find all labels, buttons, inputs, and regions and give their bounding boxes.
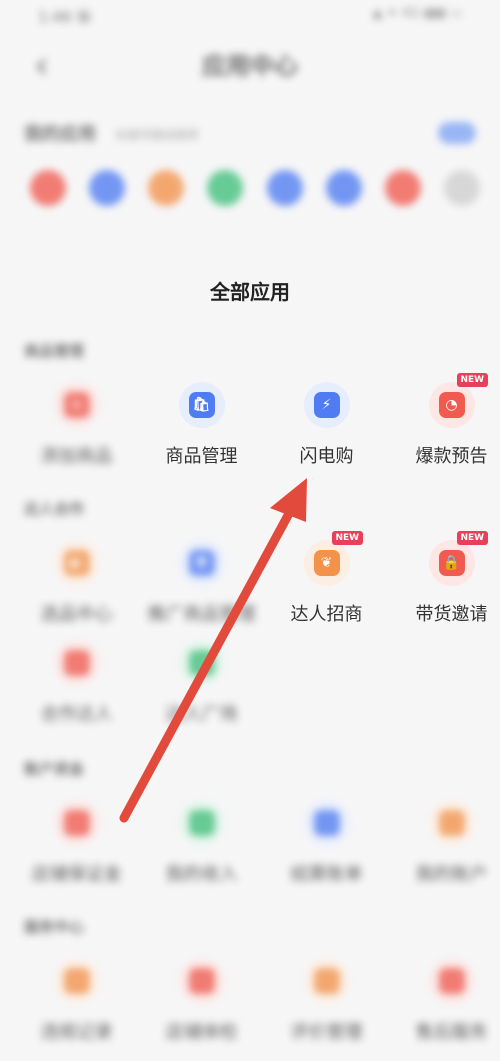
annotation-arrow (119, 478, 307, 823)
